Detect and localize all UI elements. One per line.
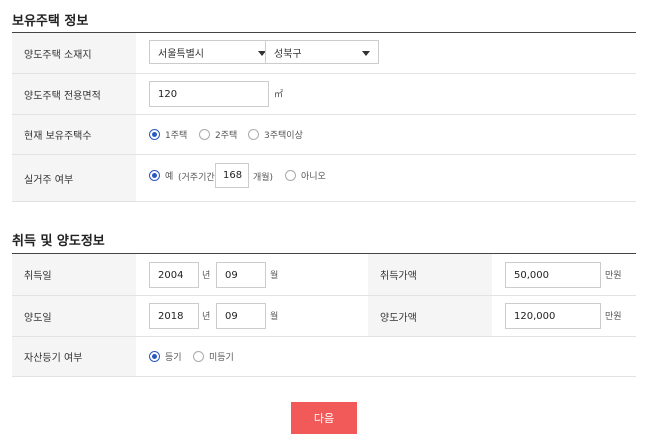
radio-selected-icon [149,351,160,362]
acquire-price-unit: 만원 [605,271,622,281]
chevron-down-icon [362,51,370,56]
transfer-month-unit: 월 [270,312,279,322]
radio-selected-icon [149,170,160,181]
transfer-month-input[interactable]: 09 [216,303,266,329]
acquire-price-input[interactable]: 50,000 [505,262,601,288]
label-acquire-price: 취득가액 [368,254,492,295]
radio-registered[interactable]: 등기 [149,350,182,363]
label-area: 양도주택 전용면적 [12,74,136,114]
radio-count-2[interactable]: 2주택 [199,128,237,141]
radio-unselected-icon [248,129,259,140]
acquire-year-input[interactable]: 2004 [149,262,199,288]
row-acquire: 취득일 2004 년 09 월 취득가액 50,000 만원 [12,254,636,296]
district-select[interactable]: 성북구 [265,40,379,64]
radio-count-3-label: 3주택이상 [264,131,303,141]
row-location: 양도주택 소재지 서울특별시 성북구 [12,33,636,74]
label-residence: 실거주 여부 [12,155,136,201]
radio-registered-label: 등기 [165,353,182,363]
radio-selected-icon [149,129,160,140]
radio-unselected-icon [193,351,204,362]
row-residence: 실거주 여부 예 (거주기간 : 168 개월) 아니오 [12,155,636,202]
section-title-transfer: 취득 및 양도정보 [12,234,105,249]
radio-count-1[interactable]: 1주택 [149,128,187,141]
radio-count-3[interactable]: 3주택이상 [248,128,303,141]
radio-yes-label: 예 [165,172,174,182]
radio-count-2-label: 2주택 [215,131,238,141]
radio-unregistered[interactable]: 미등기 [193,350,234,363]
row-transfer: 양도일 2018 년 09 월 양도가액 120,000 만원 [12,296,636,337]
transfer-year-input[interactable]: 2018 [149,303,199,329]
area-unit: ㎡ [274,90,284,100]
transfer-price-input[interactable]: 120,000 [505,303,601,329]
label-house-count: 현재 보유주택수 [12,115,136,154]
period-suffix: 개월) [253,173,274,183]
radio-no-label: 아니오 [301,172,326,182]
row-area: 양도주택 전용면적 120 ㎡ [12,74,636,115]
label-registration: 자산등기 여부 [12,337,136,376]
city-select[interactable]: 서울특별시 [149,40,275,64]
district-select-value: 성북구 [274,48,302,60]
residence-months-input[interactable]: 168 [215,163,249,188]
radio-residence-yes[interactable]: 예 [149,169,173,182]
radio-unselected-icon [285,170,296,181]
radio-residence-no[interactable]: 아니오 [285,169,326,182]
acquire-year-unit: 년 [202,271,211,281]
label-location: 양도주택 소재지 [12,33,136,73]
next-button[interactable]: 다음 [291,402,357,434]
label-acquire-date: 취득일 [12,254,136,295]
label-transfer-price: 양도가액 [368,296,492,336]
acquire-month-input[interactable]: 09 [216,262,266,288]
section-title-holdings: 보유주택 정보 [12,14,89,29]
radio-count-1-label: 1주택 [165,131,188,141]
acquire-month-unit: 월 [270,271,279,281]
radio-unselected-icon [199,129,210,140]
row-registration: 자산등기 여부 등기 미등기 [12,337,636,377]
city-select-value: 서울특별시 [158,48,204,60]
transfer-year-unit: 년 [202,312,211,322]
label-transfer-date: 양도일 [12,296,136,336]
radio-unregistered-label: 미등기 [209,353,234,363]
transfer-price-unit: 만원 [605,312,622,322]
area-input[interactable]: 120 [149,81,269,107]
row-house-count: 현재 보유주택수 1주택 2주택 3주택이상 [12,115,636,155]
